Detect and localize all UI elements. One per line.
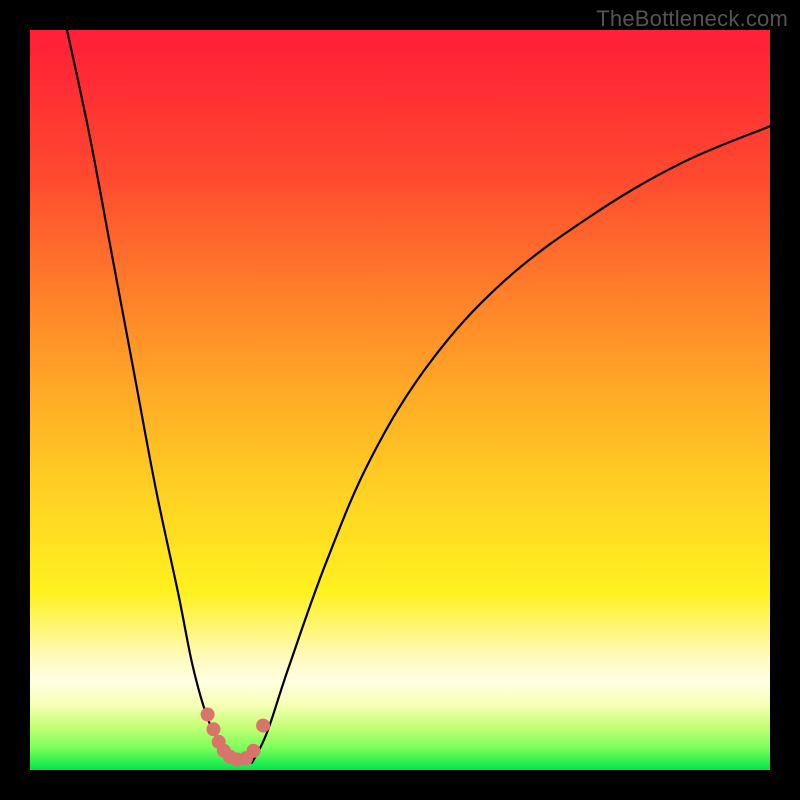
trough-marker xyxy=(256,719,270,733)
trough-marker xyxy=(201,708,215,722)
curve-right-branch xyxy=(252,126,770,762)
trough-marker xyxy=(207,722,221,736)
curve-layer xyxy=(30,30,770,770)
trough-marker xyxy=(247,744,261,758)
watermark-text: TheBottleneck.com xyxy=(596,6,788,32)
chart-frame: TheBottleneck.com xyxy=(0,0,800,800)
trough-marker-group xyxy=(201,708,271,767)
plot-area xyxy=(30,30,770,770)
curve-left-branch xyxy=(67,30,230,763)
